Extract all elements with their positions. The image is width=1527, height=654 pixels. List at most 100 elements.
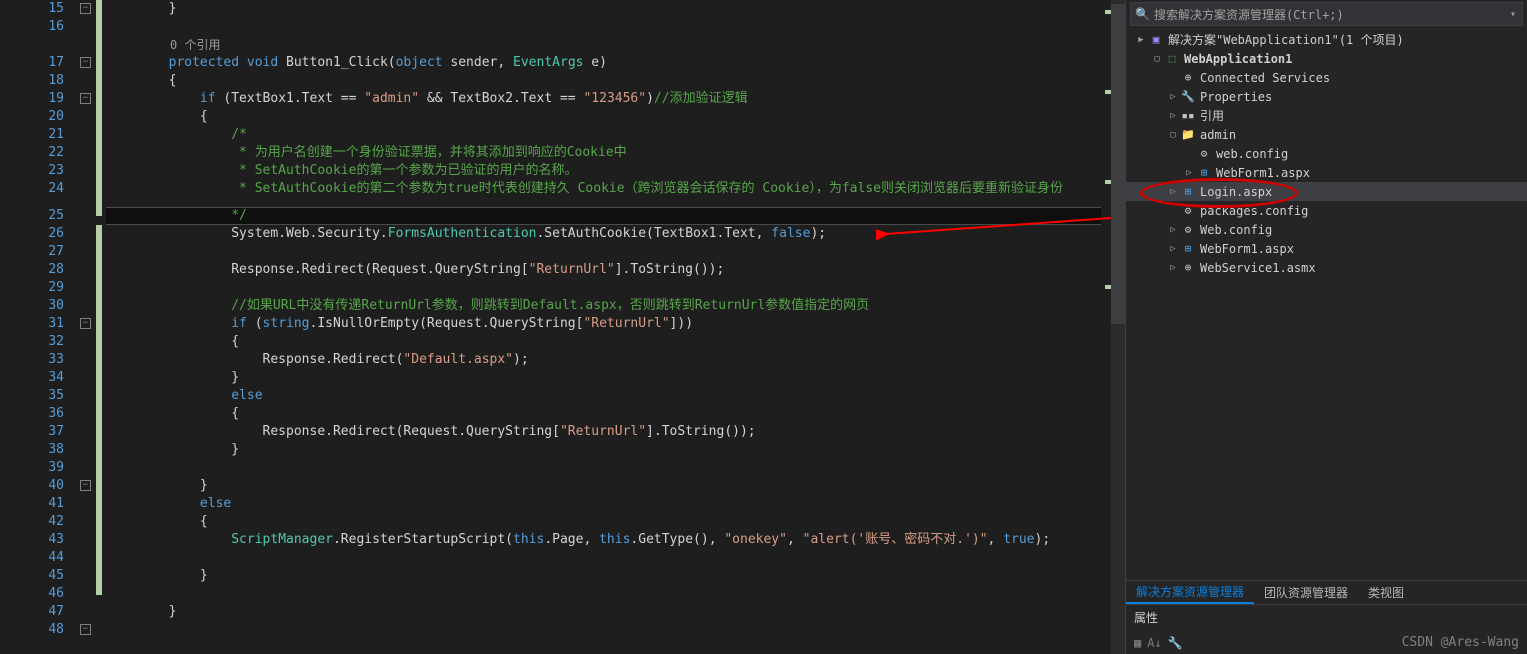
fold-toggle[interactable]: −	[80, 3, 91, 14]
code-line[interactable]	[106, 279, 1111, 297]
codelens-indicator[interactable]: 0 个引用	[106, 36, 1111, 54]
code-line[interactable]: {	[106, 405, 1111, 423]
fold-toggle[interactable]: −	[80, 318, 91, 329]
search-placeholder-text: 搜索解决方案资源管理器(Ctrl+;)	[1154, 6, 1344, 23]
expand-icon[interactable]: ▷	[1182, 168, 1196, 178]
code-line[interactable]: {	[106, 72, 1111, 90]
scrollbar-thumb[interactable]	[1111, 4, 1125, 324]
code-line[interactable]: }	[106, 441, 1111, 459]
code-line[interactable]: * 为用户名创建一个身份验证票据，并将其添加到响应的Cookie中	[106, 144, 1111, 162]
tree-item-label: WebApplication1	[1184, 52, 1292, 66]
tree-item-label: 引用	[1200, 107, 1224, 124]
code-line[interactable]	[106, 243, 1111, 261]
tab-label: 团队资源管理器	[1264, 584, 1348, 601]
project-node[interactable]: ▢⬚ WebApplication1	[1126, 49, 1527, 68]
tree-item-label: web.config	[1216, 147, 1288, 161]
prop-icon: 🔧	[1180, 89, 1196, 105]
code-line[interactable]: }	[106, 603, 1111, 621]
code-line[interactable]: else	[106, 495, 1111, 513]
categorized-icon[interactable]: ▦	[1134, 636, 1141, 650]
code-line[interactable]	[106, 18, 1111, 36]
code-line[interactable]: {	[106, 108, 1111, 126]
code-line[interactable]: */	[106, 207, 1111, 225]
file-admin-webform1[interactable]: ▷⊞WebForm1.aspx	[1126, 163, 1527, 182]
properties-node[interactable]: ▷🔧 Properties	[1126, 87, 1527, 106]
fold-toggle[interactable]: −	[80, 93, 91, 104]
editor-pane: 1516171819202122232425262728293031323334…	[0, 0, 1125, 654]
expand-icon[interactable]: ▷	[1166, 187, 1180, 197]
tree-item-label: admin	[1200, 128, 1236, 142]
property-pages-icon[interactable]: 🔧	[1168, 636, 1183, 650]
aspx-icon: ⊞	[1196, 165, 1212, 181]
code-line[interactable]: /*	[106, 126, 1111, 144]
file-webservice1[interactable]: ▷⊕WebService1.asmx	[1126, 258, 1527, 277]
tree-item-label: Properties	[1200, 90, 1272, 104]
fold-toggle[interactable]: −	[80, 624, 91, 635]
code-line[interactable]: }	[106, 369, 1111, 387]
code-line[interactable]: Response.Redirect(Request.QueryString["R…	[106, 423, 1111, 441]
glb-icon: ⊕	[1180, 70, 1196, 86]
code-line[interactable]: {	[106, 333, 1111, 351]
code-line[interactable]: ScriptManager.RegisterStartupScript(this…	[106, 531, 1111, 549]
cfg-icon: ⚙	[1180, 222, 1196, 238]
code-line[interactable]: if (TextBox1.Text == "admin" && TextBox2…	[106, 90, 1111, 108]
expand-icon[interactable]: ▷	[1166, 111, 1180, 121]
code-line[interactable]: else	[106, 387, 1111, 405]
expand-icon[interactable]: ▷	[1166, 263, 1180, 273]
fold-toggle[interactable]: −	[80, 480, 91, 491]
code-line[interactable]: }	[106, 567, 1111, 585]
code-line[interactable]	[106, 585, 1111, 603]
tree-item-label: 解决方案"WebApplication1"(1 个项目)	[1168, 31, 1404, 48]
file-admin-webconfig[interactable]: ⚙web.config	[1126, 144, 1527, 163]
code-line[interactable]: if (string.IsNullOrEmpty(Request.QuerySt…	[106, 315, 1111, 333]
folder-admin[interactable]: ▢📁 admin	[1126, 125, 1527, 144]
file-login-aspx[interactable]: ▷⊞Login.aspx	[1126, 182, 1527, 201]
tab-team-explorer[interactable]: 团队资源管理器	[1254, 581, 1358, 604]
solution-search-input[interactable]: 🔍 搜索解决方案资源管理器(Ctrl+;) ▾	[1130, 2, 1523, 26]
expand-icon[interactable]: ▷	[1166, 244, 1180, 254]
code-editor[interactable]: } 0 个引用 protected void Button1_Click(obje…	[106, 0, 1111, 654]
file-webform1[interactable]: ▷⊞WebForm1.aspx	[1126, 239, 1527, 258]
expand-icon[interactable]: ▷	[1166, 225, 1180, 235]
code-line[interactable]	[106, 621, 1111, 639]
solution-root[interactable]: ▶▣解决方案"WebApplication1"(1 个项目)	[1126, 30, 1527, 49]
alphabetical-icon[interactable]: A↓	[1147, 636, 1161, 650]
code-line[interactable]	[106, 459, 1111, 477]
expand-icon[interactable]: ▶	[1134, 35, 1148, 45]
dropdown-icon[interactable]: ▾	[1510, 9, 1516, 20]
code-line[interactable]	[106, 549, 1111, 567]
file-web-config[interactable]: ▷⚙Web.config	[1126, 220, 1527, 239]
expand-icon[interactable]: ▢	[1166, 130, 1180, 140]
scrollbar-minimap[interactable]	[1101, 0, 1111, 654]
solution-tree[interactable]: ▶▣解决方案"WebApplication1"(1 个项目)▢⬚WebAppli…	[1126, 28, 1527, 580]
tree-item-label: packages.config	[1200, 204, 1308, 218]
connected-services[interactable]: ⊕ Connected Services	[1126, 68, 1527, 87]
tab-class-view[interactable]: 类视图	[1358, 581, 1414, 604]
tree-item-label: WebService1.asmx	[1200, 261, 1316, 275]
solution-explorer-panel: 🔍 搜索解决方案资源管理器(Ctrl+;) ▾ ▶▣解决方案"WebApplic…	[1125, 0, 1527, 654]
tab-label: 解决方案资源管理器	[1136, 583, 1244, 600]
tree-item-label: Login.aspx	[1200, 185, 1272, 199]
tree-item-label: Connected Services	[1200, 71, 1330, 85]
code-line[interactable]: * SetAuthCookie的第一个参数为已验证的用户的名称。	[106, 162, 1111, 180]
code-line[interactable]: {	[106, 513, 1111, 531]
code-line[interactable]: //如果URL中没有传递ReturnUrl参数，则跳转到Default.aspx…	[106, 297, 1111, 315]
fldr-icon: 📁	[1180, 127, 1196, 143]
code-line[interactable]: protected void Button1_Click(object send…	[106, 54, 1111, 72]
code-line[interactable]: Response.Redirect("Default.aspx");	[106, 351, 1111, 369]
properties-title: 属性	[1134, 609, 1158, 626]
code-line[interactable]: Response.Redirect(Request.QueryString["R…	[106, 261, 1111, 279]
minimap-mark	[1105, 90, 1111, 94]
expand-icon[interactable]: ▷	[1166, 92, 1180, 102]
tab-solution-explorer[interactable]: 解决方案资源管理器	[1126, 581, 1254, 604]
code-line[interactable]: }	[106, 477, 1111, 495]
code-line[interactable]: }	[106, 0, 1111, 18]
proj-icon: ⬚	[1164, 51, 1180, 67]
vertical-scrollbar[interactable]	[1111, 0, 1125, 654]
file-packages-config[interactable]: ⚙packages.config	[1126, 201, 1527, 220]
fold-toggle[interactable]: −	[80, 57, 91, 68]
expand-icon[interactable]: ▢	[1150, 54, 1164, 64]
code-line[interactable]: System.Web.Security.FormsAuthentication.…	[106, 225, 1111, 243]
references-node[interactable]: ▷▪▪引用	[1126, 106, 1527, 125]
code-line[interactable]: * SetAuthCookie的第二个参数为true时代表创建持久 Cookie…	[106, 180, 1111, 198]
